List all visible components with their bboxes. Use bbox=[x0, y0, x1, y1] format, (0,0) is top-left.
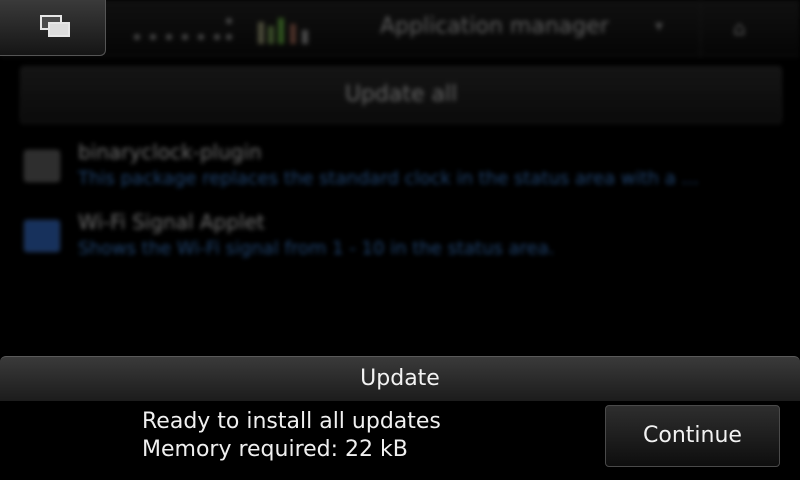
chevron-down-icon: ▾ bbox=[655, 16, 664, 35]
task-switcher-icon-front bbox=[48, 22, 70, 37]
dialog-message-line1: Ready to install all updates bbox=[142, 409, 441, 434]
package-icon bbox=[24, 150, 60, 182]
dialog-title: Update bbox=[0, 356, 800, 401]
dialog-message: Ready to install all updates Memory requ… bbox=[142, 408, 441, 464]
list-item: binaryclock-plugin This package replaces… bbox=[20, 140, 780, 196]
memory-required-text: Memory required: 22 kB bbox=[142, 437, 408, 462]
continue-button[interactable]: Continue bbox=[605, 405, 780, 467]
package-icon bbox=[24, 220, 60, 252]
task-switcher-button[interactable] bbox=[0, 0, 106, 56]
package-description: Shows the Wi-Fi signal from 1 - 10 in th… bbox=[78, 238, 555, 259]
package-description: This package replaces the standard clock… bbox=[78, 168, 699, 189]
background-app: Application manager ▾ ⌂ Update all binar… bbox=[0, 0, 800, 360]
update-all-button: Update all bbox=[20, 66, 782, 124]
status-bar: Application manager ▾ ⌂ bbox=[0, 0, 800, 57]
package-name: Wi-Fi Signal Applet bbox=[78, 210, 265, 234]
list-item: Wi-Fi Signal Applet Shows the Wi-Fi sign… bbox=[20, 210, 780, 266]
status-indicators bbox=[130, 12, 330, 46]
home-button: ⌂ bbox=[700, 0, 800, 56]
screen: Application manager ▾ ⌂ Update all binar… bbox=[0, 0, 800, 480]
home-icon: ⌂ bbox=[733, 16, 746, 40]
update-dialog: Update Ready to install all updates Memo… bbox=[0, 356, 800, 480]
app-title: Application manager bbox=[380, 14, 609, 39]
package-name: binaryclock-plugin bbox=[78, 140, 262, 164]
